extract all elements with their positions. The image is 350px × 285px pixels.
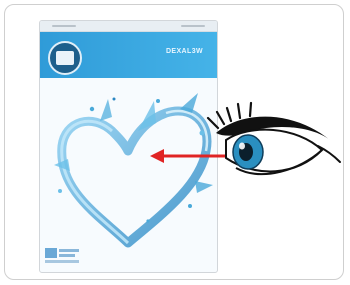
arrow-left-icon [150, 149, 234, 163]
overlay-layer [150, 101, 341, 176]
eye-icon [206, 101, 341, 176]
